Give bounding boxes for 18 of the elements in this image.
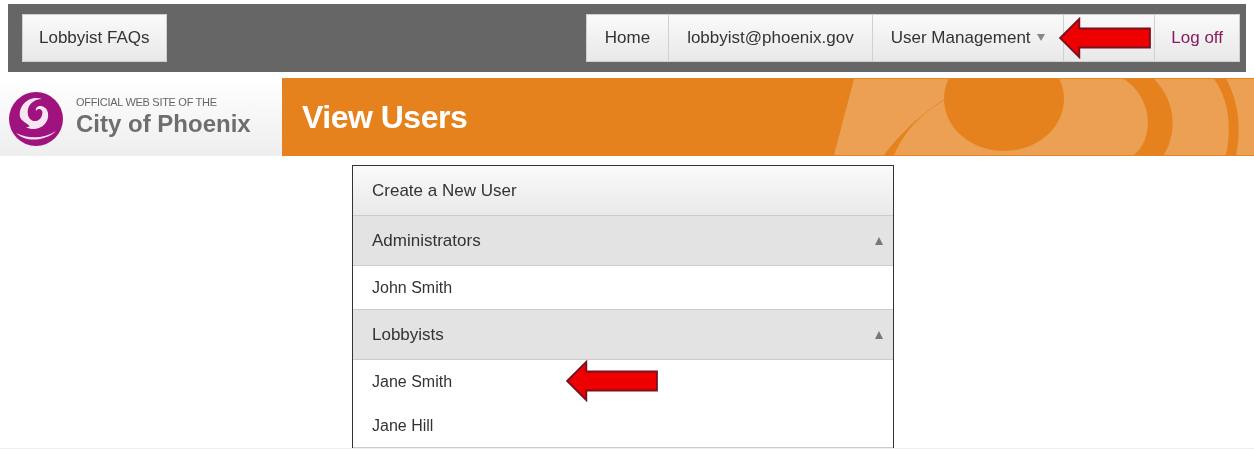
logoff-link[interactable]: Log off: [1154, 14, 1240, 62]
nav-link[interactable]: Home: [585, 14, 670, 62]
group-header[interactable]: Lobbyists: [353, 310, 893, 360]
group-header[interactable]: Administrators: [353, 216, 893, 266]
group-name: Lobbyists: [372, 324, 444, 345]
user-link[interactable]: Jane Hill: [372, 416, 434, 435]
caret-icon: [1037, 34, 1046, 41]
arrow-icon: [565, 360, 661, 402]
site-tagline: OFFICIAL WEB SITE OF THE: [76, 96, 218, 108]
create-user-link[interactable]: Create a New User: [353, 166, 893, 216]
nav-link[interactable]: lobbyist@phoenix.gov: [668, 14, 873, 62]
faq-button[interactable]: Lobbyist FAQs: [22, 14, 167, 62]
page-title: View Users: [301, 98, 468, 136]
nav-dropdown[interactable]: User Management: [871, 14, 1065, 62]
site-name: City of Phoenix: [76, 110, 251, 138]
user-link[interactable]: Jane Smith: [372, 373, 453, 391]
user-link[interactable]: John Smith: [372, 278, 453, 297]
group-name: Administrators: [372, 230, 481, 251]
